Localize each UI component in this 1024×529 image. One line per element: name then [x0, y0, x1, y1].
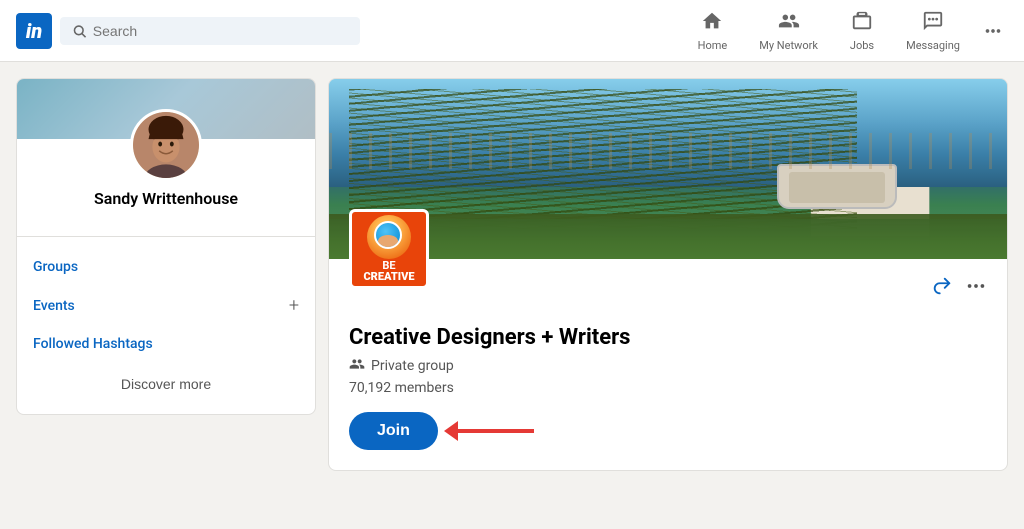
arrow-body	[454, 429, 534, 433]
navbar-nav: Home My Network Jobs Messaging	[684, 0, 1008, 62]
sidebar-item-followed-hashtags[interactable]: Followed Hashtags	[33, 326, 299, 362]
more-options-button[interactable]	[965, 275, 987, 303]
sidebar-item-groups[interactable]: Groups	[33, 249, 299, 285]
nav-item-more[interactable]	[978, 0, 1008, 62]
join-section: Join	[349, 412, 987, 450]
nav-jobs-label: Jobs	[850, 39, 874, 52]
share-button[interactable]	[931, 275, 953, 303]
nav-item-jobs[interactable]: Jobs	[836, 0, 888, 62]
home-icon	[701, 10, 723, 37]
events-plus-icon[interactable]: +	[289, 295, 299, 316]
join-button[interactable]: Join	[349, 412, 438, 450]
sidebar-item-events[interactable]: Events +	[33, 285, 299, 326]
group-actions	[931, 275, 987, 303]
nav-item-messaging[interactable]: Messaging	[892, 0, 974, 62]
logo-action-spacer: BE CREATIVE	[329, 259, 1007, 275]
discover-more-button[interactable]: Discover more	[121, 376, 211, 392]
user-name: Sandy Writtenhouse	[94, 189, 238, 208]
nav-home-label: Home	[698, 39, 728, 52]
logo-creative-text: CREATIVE	[363, 271, 414, 283]
group-meta: Private group	[349, 356, 987, 376]
discover-more-container: Discover more	[17, 366, 315, 402]
my-network-icon	[778, 10, 800, 37]
nav-item-home[interactable]: Home	[684, 0, 742, 62]
linkedin-logo-icon[interactable]: in	[16, 13, 52, 49]
messaging-icon	[922, 10, 944, 37]
group-privacy: Private group	[371, 358, 454, 374]
group-name: Creative Designers + Writers	[349, 325, 987, 350]
search-icon	[72, 23, 87, 39]
avatar	[130, 109, 202, 181]
nav-item-my-network[interactable]: My Network	[745, 0, 832, 62]
group-logo: BE CREATIVE	[349, 209, 429, 289]
group-card: BE CREATIVE Creative Designers + Wri	[328, 78, 1008, 471]
group-details: Creative Designers + Writers Private gro…	[329, 275, 1007, 470]
navbar: in Home My Network Jobs	[0, 0, 1024, 62]
sidebar-divider	[17, 236, 315, 237]
left-sidebar: Sandy Writtenhouse Groups Events + Follo…	[16, 78, 316, 415]
group-cover-image	[329, 79, 1007, 259]
group-members-count: 70,192 members	[349, 380, 987, 396]
avatar-image	[133, 111, 199, 179]
sidebar-links: Groups Events + Followed Hashtags	[17, 249, 315, 362]
arrow-indicator	[454, 429, 534, 433]
search-bar[interactable]	[60, 17, 360, 45]
search-input[interactable]	[93, 23, 348, 39]
nav-messaging-label: Messaging	[906, 39, 960, 52]
jobs-icon	[851, 10, 873, 37]
cover-scene	[329, 79, 1007, 259]
profile-info: Sandy Writtenhouse	[17, 109, 315, 224]
nav-my-network-label: My Network	[759, 39, 818, 52]
main-content: Sandy Writtenhouse Groups Events + Follo…	[0, 62, 1024, 487]
navbar-left: in	[16, 13, 684, 49]
privacy-icon	[349, 356, 365, 376]
